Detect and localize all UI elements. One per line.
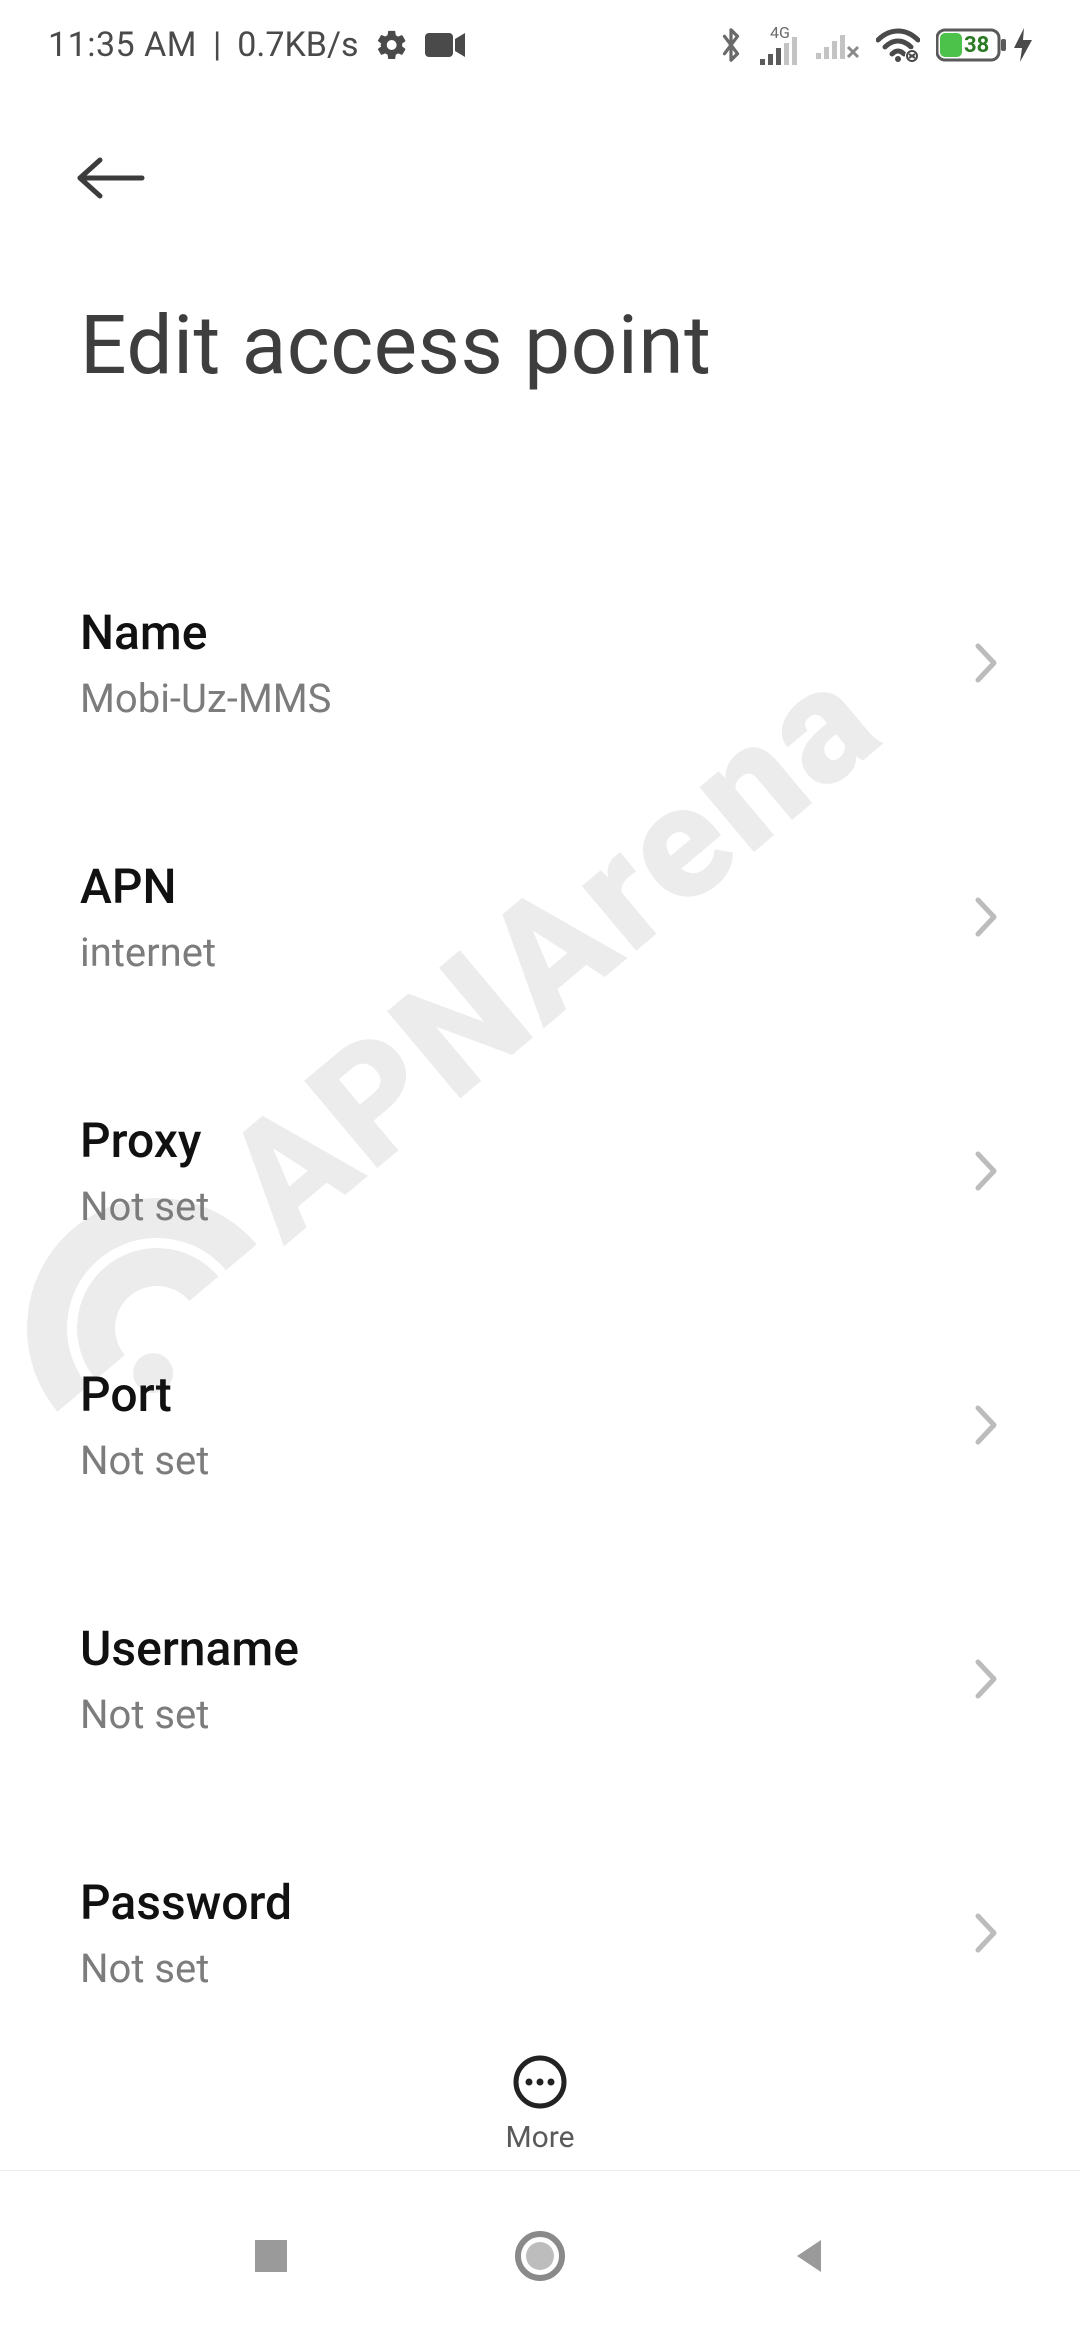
status-data-rate: 0.7KB/s <box>237 25 358 65</box>
field-label: Port <box>80 1366 972 1423</box>
field-value: internet <box>80 929 972 976</box>
chevron-right-icon <box>972 1910 1000 1956</box>
battery-indicator: 38 <box>936 27 1032 63</box>
chevron-right-icon <box>972 1148 1000 1194</box>
wifi-icon <box>876 28 920 62</box>
field-row-username[interactable]: Username Not set <box>0 1552 1080 1806</box>
settings-list[interactable]: NameMobi-Uz-MMSAPNinternetProxyNot setPo… <box>0 536 1080 2050</box>
more-button[interactable]: More <box>505 2054 574 2170</box>
camera-icon <box>425 31 465 59</box>
chevron-right-icon <box>972 1402 1000 1448</box>
status-time: 11:35 AM <box>48 25 197 65</box>
field-value: Not set <box>80 1437 972 1484</box>
gear-icon <box>375 28 409 62</box>
status-separator: | <box>213 25 221 65</box>
signal-sim1: 4G <box>760 25 800 65</box>
arrow-left-icon <box>76 154 146 202</box>
field-label: Password <box>80 1874 972 1931</box>
more-label: More <box>505 2120 574 2155</box>
field-value: Mobi-Uz-MMS <box>80 675 972 722</box>
charging-icon <box>1014 28 1032 62</box>
nav-recents-button[interactable] <box>249 2234 293 2278</box>
bluetooth-icon <box>718 25 744 65</box>
chevron-right-icon <box>972 1656 1000 1702</box>
field-label: APN <box>80 858 972 915</box>
field-row-name[interactable]: Name Mobi-Uz-MMS <box>0 536 1080 790</box>
field-value: Not set <box>80 1945 972 1992</box>
field-label: Name <box>80 604 972 661</box>
battery-percent: 38 <box>964 33 989 58</box>
status-bar: 11:35 AM | 0.7KB/s 4G <box>0 0 1080 90</box>
field-value: Not set <box>80 1691 972 1738</box>
field-row-proxy[interactable]: Proxy Not set <box>0 1044 1080 1298</box>
chevron-right-icon <box>972 894 1000 940</box>
back-button[interactable] <box>76 118 156 238</box>
field-label: Proxy <box>80 1112 972 1169</box>
page-title: Edit access point <box>80 298 1000 394</box>
field-row-apn[interactable]: APN internet <box>0 790 1080 1044</box>
android-nav-bar <box>0 2170 1080 2340</box>
field-row-password[interactable]: Password Not set <box>0 1806 1080 2050</box>
field-label: Username <box>80 1620 972 1677</box>
field-value: Not set <box>80 1183 972 1230</box>
nav-back-button[interactable] <box>787 2234 831 2278</box>
field-row-port[interactable]: Port Not set <box>0 1298 1080 1552</box>
signal-sim2 <box>816 29 860 61</box>
more-circle-icon <box>512 2054 568 2110</box>
chevron-right-icon <box>972 640 1000 686</box>
nav-home-button[interactable] <box>512 2228 568 2284</box>
